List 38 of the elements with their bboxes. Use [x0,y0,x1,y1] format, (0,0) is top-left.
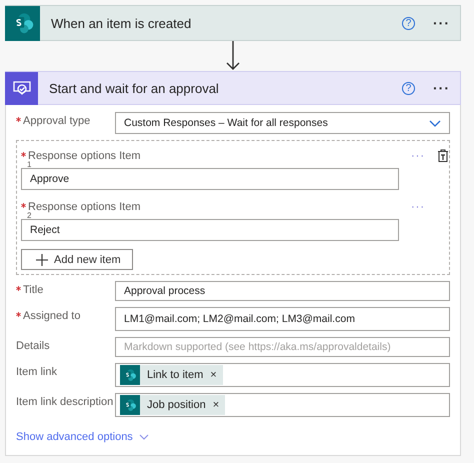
token-field[interactable]: Link to item × [115,363,450,387]
field-label: Details [16,340,50,352]
field-label: Title [23,284,44,296]
field-label: Item link [16,366,57,378]
field-label: Response options Item [28,150,141,162]
more-options-button[interactable]: ··· [411,147,425,162]
delete-icon[interactable] [437,149,449,162]
response-option-field[interactable]: Reject [21,219,399,241]
text-field[interactable]: Approval process [115,281,450,301]
field-label: Approval type [23,115,90,127]
sharepoint-icon [123,368,137,382]
remove-icon[interactable]: × [212,399,220,411]
dynamic-content-token[interactable]: Job position × [120,395,226,415]
remove-icon[interactable]: × [210,369,217,381]
add-new-item-button[interactable]: Add new item [21,249,133,270]
connector-arrow [226,41,240,71]
chevron-down-icon[interactable] [138,434,149,440]
item-index: 1 [27,162,32,168]
sharepoint-icon [123,398,137,412]
chevron-down-icon [429,120,441,126]
response-option-field[interactable]: Approve [21,168,399,190]
more-options-button[interactable]: ··· [433,15,450,31]
card-title: Start and wait for an approval [48,80,220,96]
help-icon[interactable]: ? [402,82,415,94]
card-title: When an item is created [50,16,192,30]
dynamic-content-token[interactable]: Link to item × [120,365,223,385]
approval-type-dropdown[interactable]: Custom Responses – Wait for all responses [115,112,450,134]
show-advanced-options-link[interactable]: Show advanced options [16,431,450,443]
help-icon[interactable]: ? [402,16,415,30]
item-index: 2 [27,213,32,219]
field-label: Response options Item [28,201,141,213]
field-label: Item link description [16,396,114,408]
plus-icon [36,254,48,266]
more-options-button[interactable]: ··· [433,80,450,96]
more-options-button[interactable]: ··· [411,198,425,213]
token-field[interactable]: Job position × [115,393,450,417]
text-field[interactable]: LM1@mail.com; LM2@mail.com; LM3@mail.com [115,307,450,331]
field-label: Assigned to [23,310,80,322]
